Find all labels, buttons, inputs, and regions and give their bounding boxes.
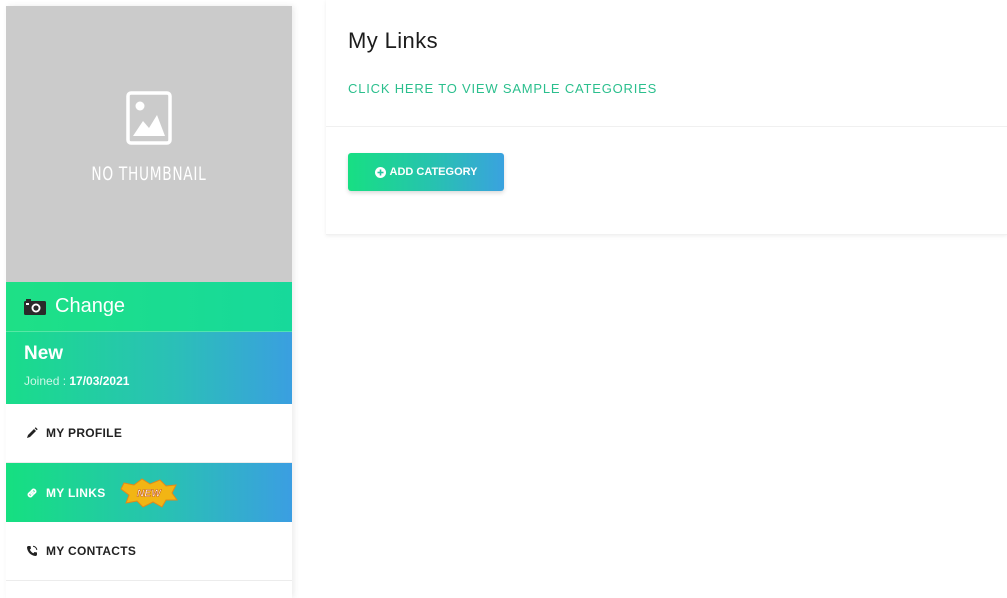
sidebar-item-label: MY LINKS	[46, 485, 106, 500]
profile-thumbnail: NO THUMBNAIL	[6, 6, 292, 282]
change-photo-button[interactable]: Change	[6, 282, 292, 332]
user-info: New Joined : 17/03/2021	[6, 332, 292, 404]
links-panel: My Links CLICK HERE TO VIEW SAMPLE CATEG…	[326, 0, 1007, 235]
camera-icon	[24, 298, 46, 315]
new-badge-text: NEW	[136, 488, 161, 499]
new-badge: NEW	[119, 477, 178, 508]
user-name: New	[24, 343, 64, 364]
sidebar: NO THUMBNAIL Change New Joined : 17/03/2…	[6, 6, 292, 598]
plus-circle-icon	[374, 166, 386, 178]
sidebar-item-my-links[interactable]: MY LINKS NEW	[6, 463, 292, 522]
no-thumbnail-label: NO THUMBNAIL	[91, 163, 207, 185]
joined-date: 17/03/2021	[69, 374, 130, 388]
pencil-icon	[27, 427, 38, 438]
add-category-button[interactable]: ADD CATEGORY	[348, 153, 504, 191]
sidebar-item-label: MY PROFILE	[46, 426, 123, 440]
page-title: My Links	[348, 28, 438, 53]
joined-info: Joined : 17/03/2021	[24, 374, 292, 388]
joined-label: Joined :	[24, 374, 70, 388]
link-icon	[27, 488, 37, 497]
change-label: Change	[55, 295, 126, 317]
page: NO THUMBNAIL Change New Joined : 17/03/2…	[0, 0, 1007, 598]
add-category-label: ADD CATEGORY	[389, 166, 478, 178]
sidebar-item-label: MY CONTACTS	[46, 544, 137, 558]
image-placeholder-icon	[126, 91, 172, 145]
divider	[326, 126, 1007, 127]
sidebar-item-my-profile[interactable]: MY PROFILE	[6, 404, 292, 463]
view-sample-categories-link[interactable]: CLICK HERE TO VIEW SAMPLE CATEGORIES	[348, 81, 657, 96]
phone-icon	[27, 545, 38, 556]
sidebar-item-my-contacts[interactable]: MY CONTACTS	[6, 522, 292, 581]
